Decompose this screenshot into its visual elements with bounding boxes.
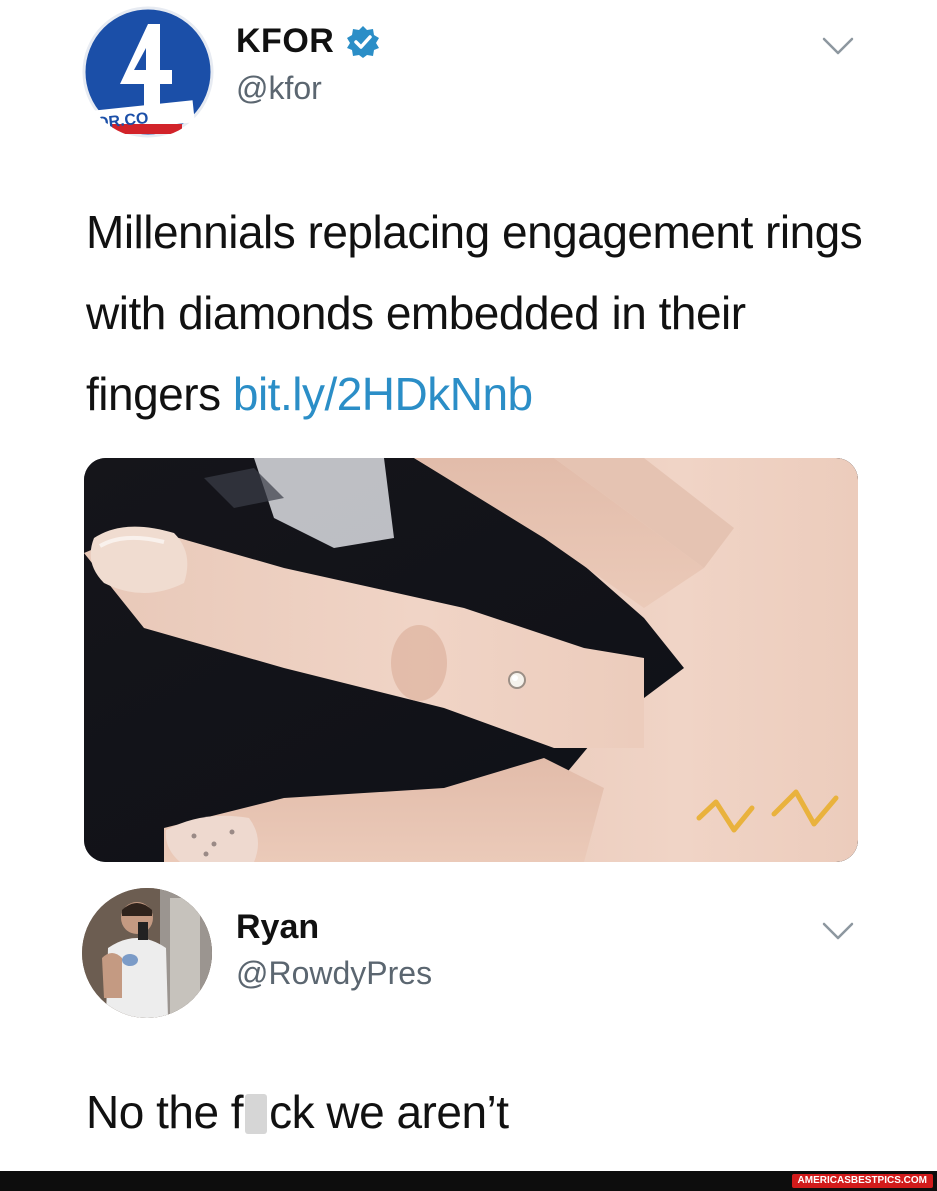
site-watermark: AMERICASBESTPICS.COM: [791, 1174, 933, 1188]
reply-text-end: ck we aren’t: [269, 1086, 509, 1138]
censor-blur: [245, 1094, 268, 1134]
ryan-avatar-photo: [82, 888, 212, 1018]
reply-text-start: No the f: [86, 1086, 244, 1138]
reply-text: No the f ck we aren’t: [86, 1085, 509, 1139]
reply-author-handle[interactable]: @RowdyPres: [236, 955, 432, 992]
avatar[interactable]: [82, 888, 212, 1018]
tweet-reply: Ryan @RowdyPres No the f ck we aren’t: [0, 0, 937, 1160]
reply-author-display-name[interactable]: Ryan: [236, 908, 319, 947]
chevron-down-icon[interactable]: [821, 921, 855, 941]
